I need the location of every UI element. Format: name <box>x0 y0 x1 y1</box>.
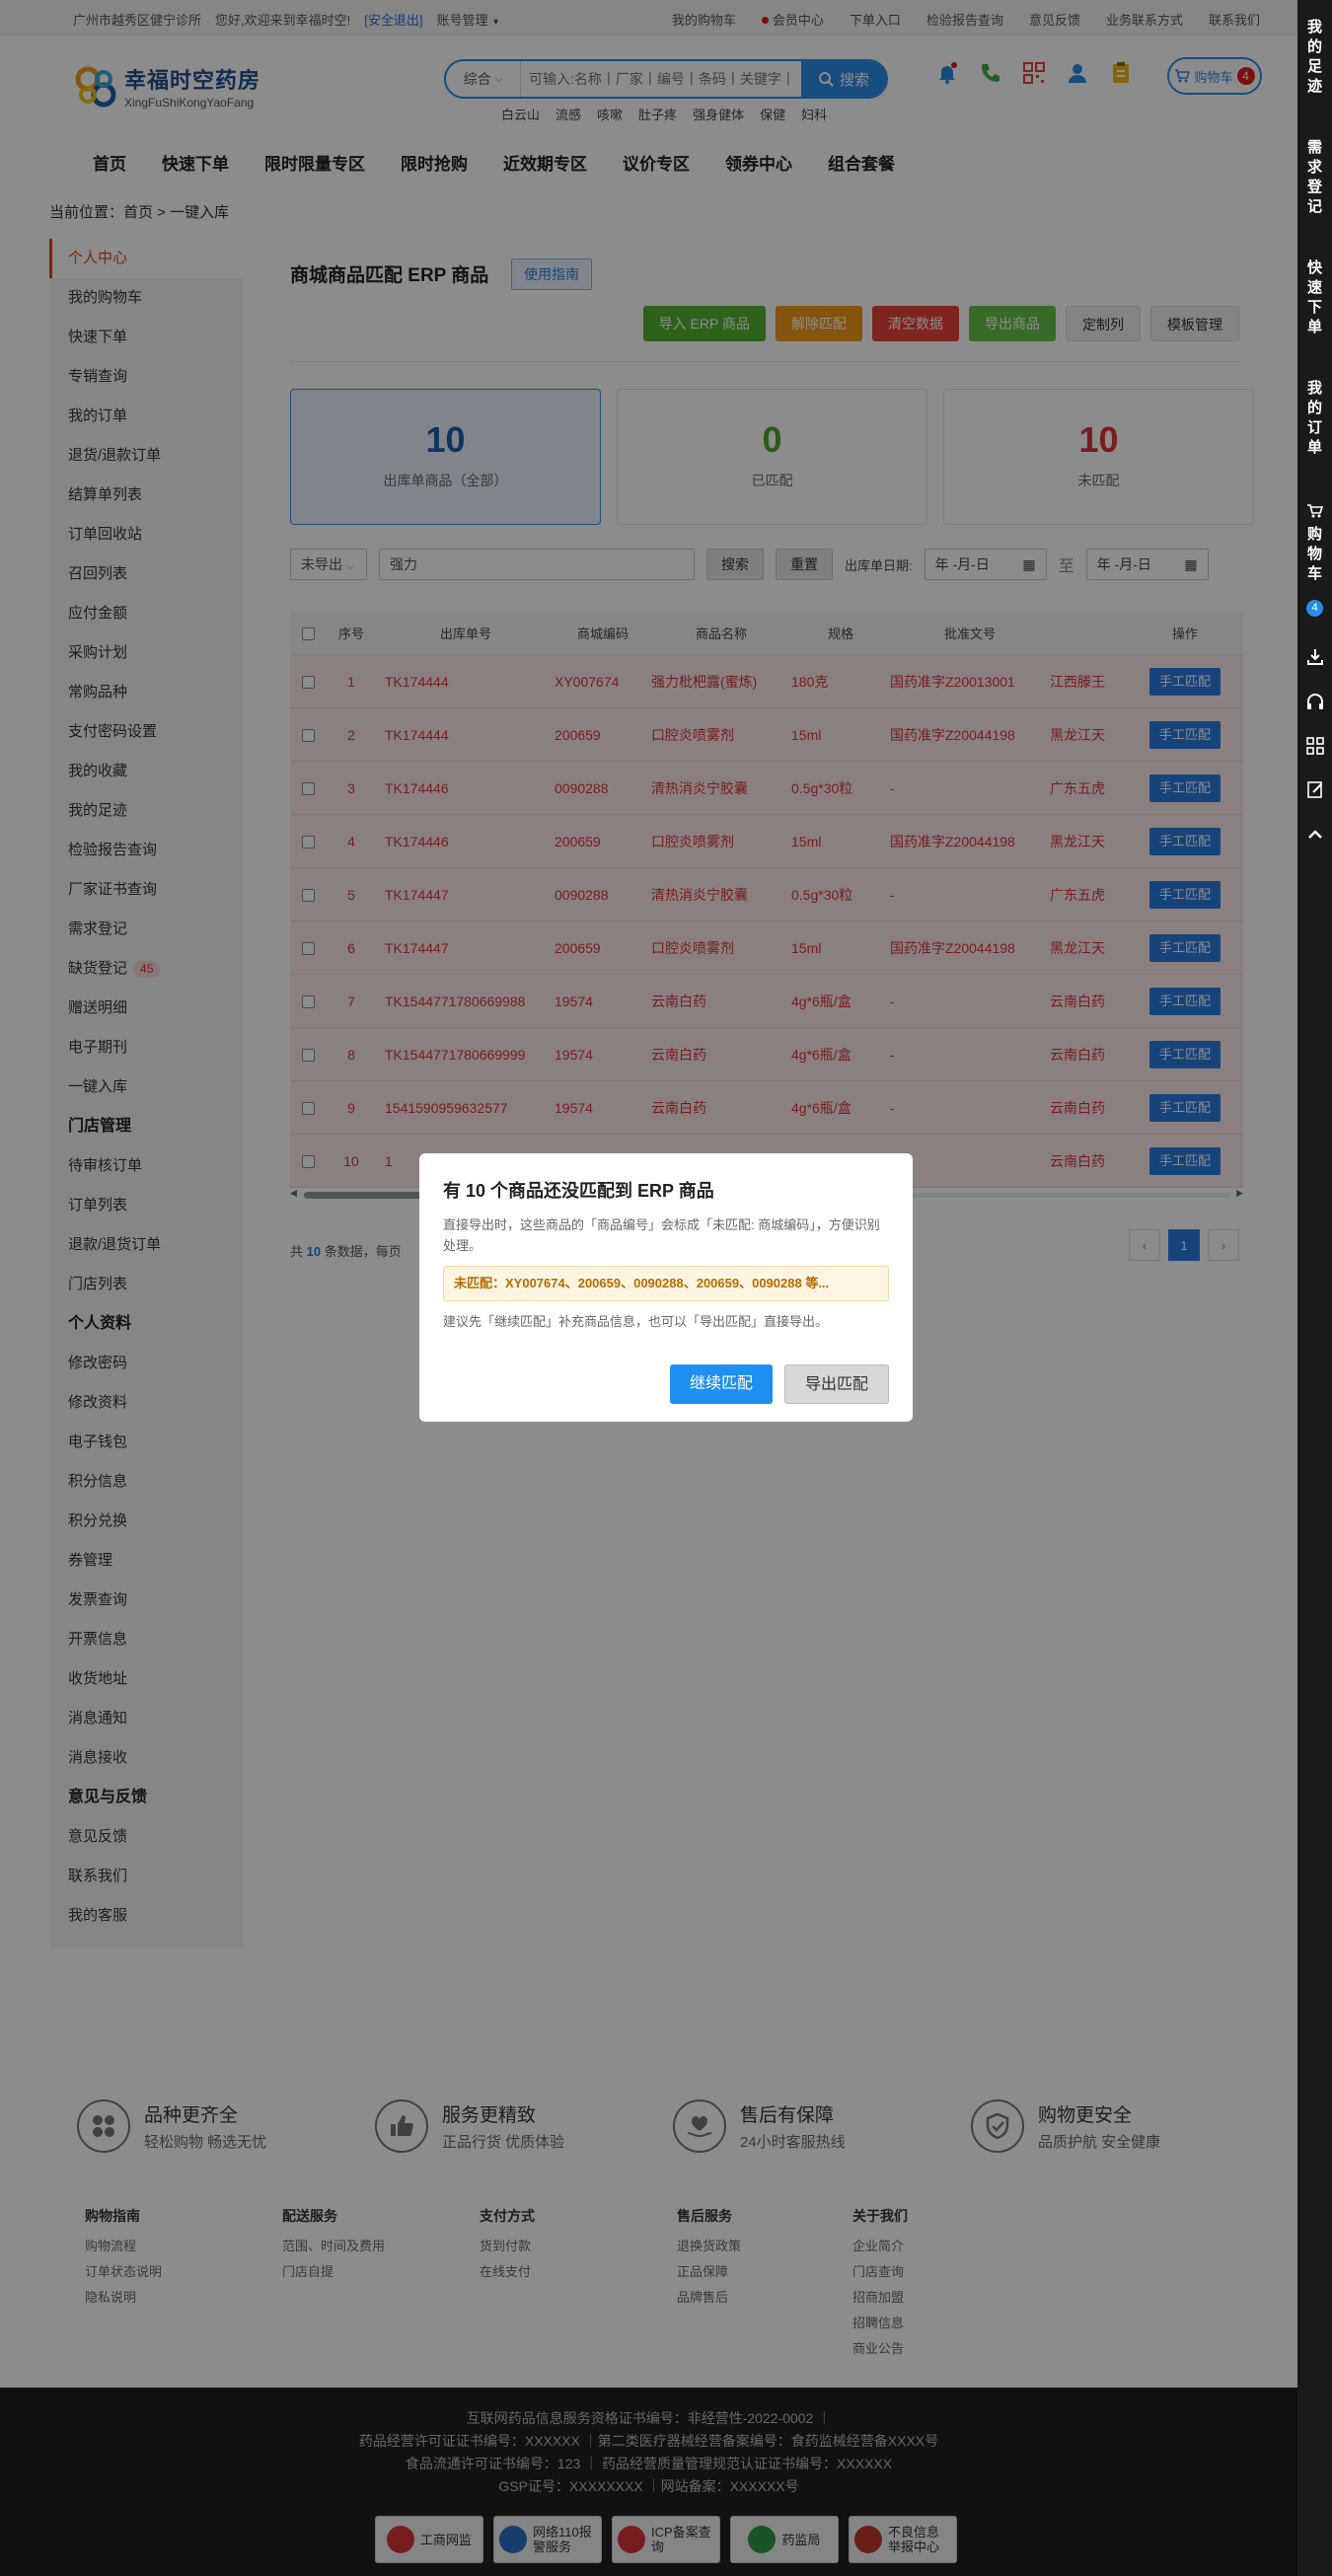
dock-item-char: 购 <box>1306 526 1322 543</box>
dialog-description: 直接导出时，这些商品的「商品编号」会标成「未匹配: 商城编码」，方便识别处理。 <box>443 1217 880 1253</box>
dock-item-char: 迹 <box>1306 78 1322 95</box>
dock-item-char: 速 <box>1306 279 1322 296</box>
edit-icon[interactable] <box>1305 779 1325 799</box>
dock-item-char: 需 <box>1306 139 1322 156</box>
dock-item-char: 我 <box>1306 380 1322 397</box>
dialog-note: 建议先「继续匹配」补充商品信息，也可以「导出匹配」直接导出。 <box>443 1314 829 1329</box>
dock-item-char: 登 <box>1306 179 1322 195</box>
unmatched-dialog: 有 10 个商品还没匹配到 ERP 商品 直接导出时，这些商品的「商品编号」会标… <box>419 1153 913 1422</box>
dock-item-char: 快 <box>1306 259 1322 276</box>
dock-item-char: 的 <box>1306 38 1322 55</box>
dock-item-char: 记 <box>1306 198 1322 215</box>
dock-item-char: 单 <box>1306 319 1322 335</box>
dock-item-char: 车 <box>1306 565 1322 582</box>
unmatched-list: 未匹配：XY007674、200659、0090288、200659、00902… <box>443 1266 889 1301</box>
grid-icon[interactable] <box>1305 736 1325 756</box>
dock-item-char: 订 <box>1306 419 1322 436</box>
dock-item-char: 下 <box>1306 299 1322 316</box>
headset-icon[interactable] <box>1305 693 1325 712</box>
arrow-up-icon[interactable] <box>1305 825 1325 845</box>
dock-item-char: 足 <box>1306 58 1322 75</box>
export-match-button[interactable]: 导出匹配 <box>783 1364 889 1404</box>
right-dock: 我的足迹需求登记快速下单我的订单购物车4 <box>1297 0 1332 2576</box>
dock-item-char: 单 <box>1306 439 1322 456</box>
dock-item[interactable]: 我的足迹 <box>1297 18 1332 97</box>
continue-match-button[interactable]: 继续匹配 <box>669 1364 773 1404</box>
dock-item-char: 我 <box>1306 19 1322 36</box>
dock-item[interactable]: 我的订单 <box>1297 379 1332 458</box>
dock-cart-badge: 4 <box>1306 600 1323 617</box>
download-icon[interactable] <box>1305 647 1325 667</box>
dialog-title: 有 10 个商品还没匹配到 ERP 商品 <box>443 1181 714 1201</box>
dock-cart[interactable]: 购物车 <box>1297 503 1332 584</box>
dock-item-char: 物 <box>1306 546 1322 562</box>
dock-item[interactable]: 快速下单 <box>1297 258 1332 337</box>
dock-item-char: 的 <box>1306 400 1322 416</box>
cart-icon <box>1306 504 1323 518</box>
dock-item-char: 求 <box>1306 159 1322 176</box>
dock-item[interactable]: 需求登记 <box>1297 138 1332 217</box>
